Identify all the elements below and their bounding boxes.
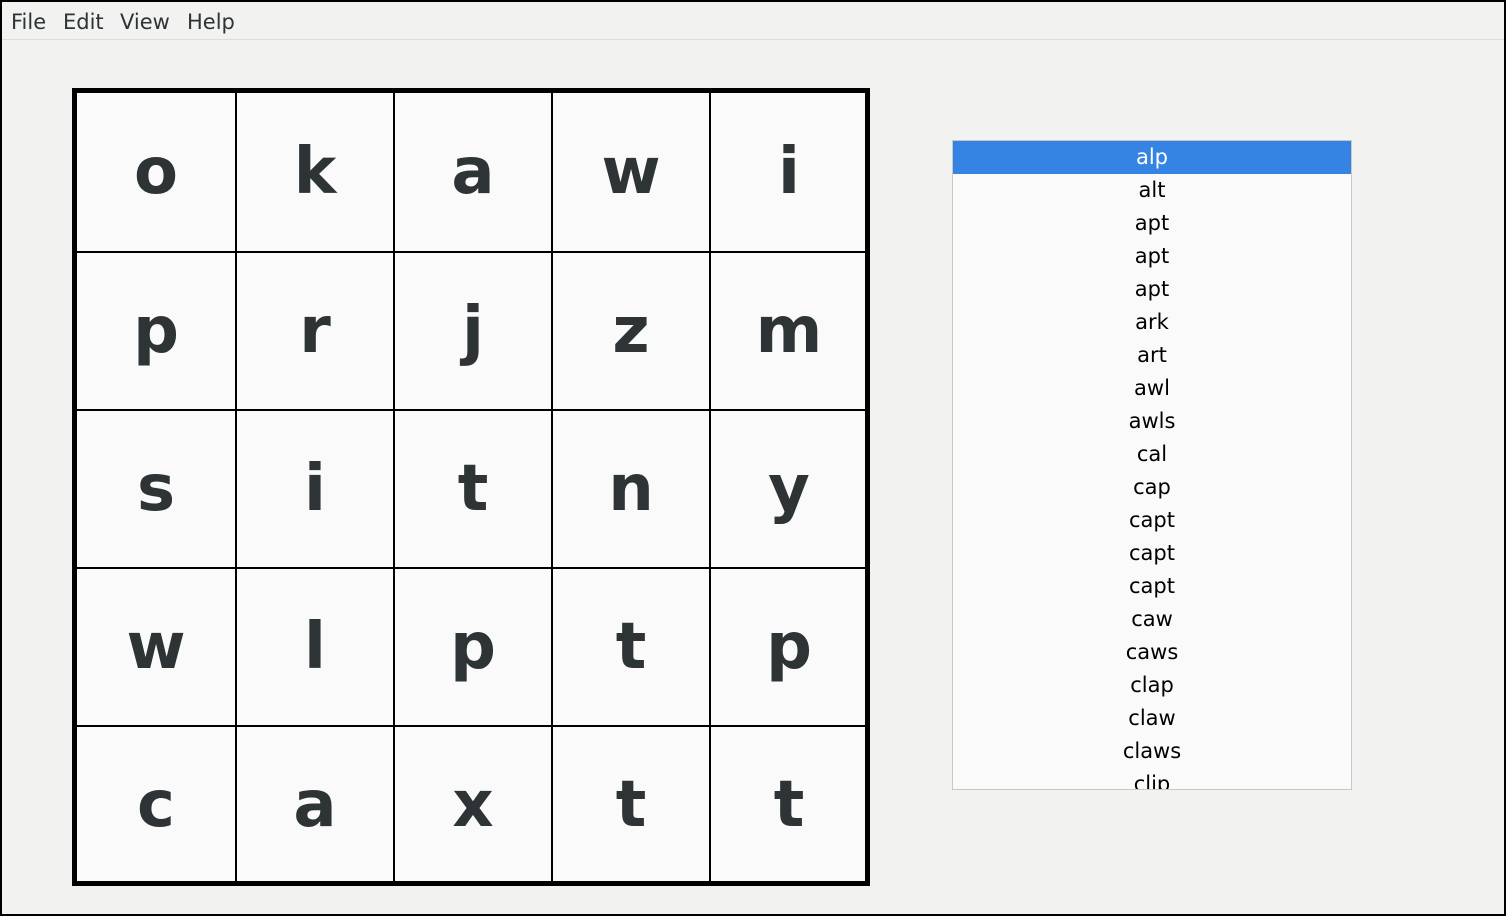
grid-cell[interactable]: t <box>551 725 709 883</box>
grid-cell[interactable]: i <box>709 93 867 251</box>
grid-cell[interactable]: t <box>393 409 551 567</box>
word-list-item[interactable]: caws <box>953 636 1351 669</box>
menu-edit[interactable]: Edit <box>63 9 104 35</box>
menu-help[interactable]: Help <box>187 9 235 35</box>
word-list-item[interactable]: caw <box>953 603 1351 636</box>
grid-cell[interactable]: o <box>77 93 235 251</box>
grid-cell[interactable]: c <box>77 725 235 883</box>
word-list[interactable]: alp alt apt apt apt ark art awl awls cal cap capt ca… <box>952 140 1352 790</box>
grid-cell[interactable]: n <box>551 409 709 567</box>
grid-cell[interactable]: p <box>77 251 235 409</box>
grid-cell[interactable]: r <box>235 251 393 409</box>
word-list-item[interactable]: apt <box>953 240 1351 273</box>
word-list-item[interactable]: awl <box>953 372 1351 405</box>
word-list-item[interactable]: capt <box>953 537 1351 570</box>
word-list-item[interactable]: capt <box>953 504 1351 537</box>
word-list-item[interactable]: cal <box>953 438 1351 471</box>
grid-cell[interactable]: z <box>551 251 709 409</box>
grid-cell[interactable]: i <box>235 409 393 567</box>
word-list-item[interactable]: cap <box>953 471 1351 504</box>
grid-cell[interactable]: a <box>393 93 551 251</box>
word-list-item[interactable]: alt <box>953 174 1351 207</box>
grid-cell[interactable]: t <box>709 725 867 883</box>
grid-cell[interactable]: p <box>709 567 867 725</box>
grid-cell[interactable]: s <box>77 409 235 567</box>
word-list-item[interactable]: capt <box>953 570 1351 603</box>
word-list-item[interactable]: claws <box>953 735 1351 768</box>
grid-cell[interactable]: w <box>77 567 235 725</box>
app-window: File Edit View Help okawiprjzmsitnywlptp… <box>2 2 1504 914</box>
letter-grid: okawiprjzmsitnywlptpcaxtt <box>72 88 870 886</box>
grid-cell[interactable]: a <box>235 725 393 883</box>
word-list-item[interactable]: clap <box>953 669 1351 702</box>
word-list-item[interactable]: claw <box>953 702 1351 735</box>
word-list-item[interactable]: ark <box>953 306 1351 339</box>
word-list-item[interactable]: alp <box>953 141 1351 174</box>
word-list-item[interactable]: apt <box>953 207 1351 240</box>
menu-bar: File Edit View Help <box>2 2 1504 40</box>
grid-cell[interactable]: t <box>551 567 709 725</box>
grid-cell[interactable]: y <box>709 409 867 567</box>
grid-cell[interactable]: k <box>235 93 393 251</box>
grid-cell[interactable]: x <box>393 725 551 883</box>
grid-cell[interactable]: l <box>235 567 393 725</box>
word-list-item[interactable]: awls <box>953 405 1351 438</box>
menu-file[interactable]: File <box>11 9 46 35</box>
grid-cell[interactable]: w <box>551 93 709 251</box>
menu-view[interactable]: View <box>120 9 170 35</box>
word-list-item[interactable]: art <box>953 339 1351 372</box>
word-list-item[interactable]: apt <box>953 273 1351 306</box>
word-list-item[interactable]: clip <box>953 768 1351 789</box>
grid-cell[interactable]: j <box>393 251 551 409</box>
grid-cell[interactable]: m <box>709 251 867 409</box>
grid-cell[interactable]: p <box>393 567 551 725</box>
